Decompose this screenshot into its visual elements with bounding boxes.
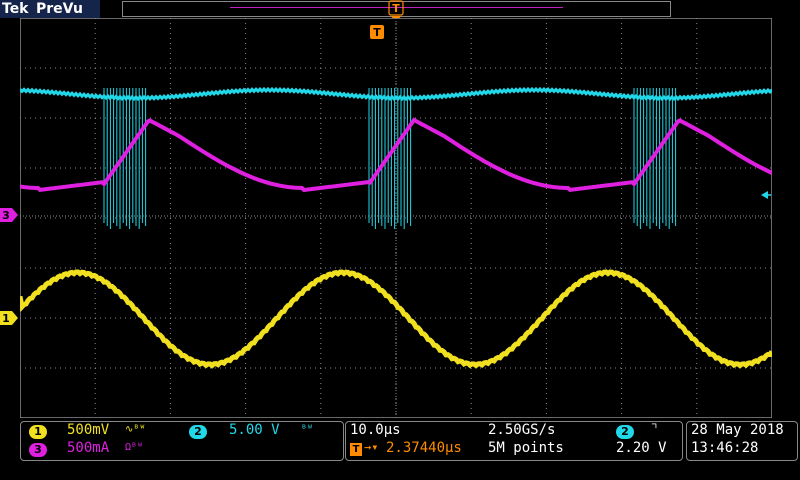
trigger-top-label: T — [392, 2, 400, 15]
ch1-ground-marker[interactable]: 1 — [0, 309, 20, 327]
trigger-level: 2.20 V — [616, 440, 667, 456]
ch3-coupling: Ωᴮᵂ — [125, 442, 144, 453]
trigger-marker-icon[interactable]: T — [370, 25, 384, 39]
record-length: 5M points — [488, 440, 564, 456]
acquisition-mode: PreVu — [36, 1, 83, 17]
top-bar: Tek PreVu T — [0, 0, 800, 23]
horizontal-trigger-readout[interactable]: 10.0µs 2.50GS/s 2 ⌝ T →▾ 2.37440µs 5M po… — [345, 421, 683, 461]
ch2-coupling: ᴮᵂ — [301, 424, 314, 435]
sample-rate: 2.50GS/s — [488, 422, 556, 438]
ch1-badge: 1 — [29, 425, 47, 439]
brand-logo: Tek PreVu — [0, 0, 100, 18]
date: 28 May 2018 — [691, 422, 784, 438]
channel-readout[interactable]: 1 500mV ∿ᴮᵂ 2 5.00 V ᴮᵂ 3 500mA Ωᴮᵂ — [20, 421, 344, 461]
ch3-marker-label: 3 — [2, 209, 10, 222]
ch2-badge: 2 — [189, 425, 207, 439]
falling-edge-icon: ⌝ — [650, 421, 659, 437]
trigger-delay: 2.37440µs — [386, 440, 462, 456]
status-bar: 1 500mV ∿ᴮᵂ 2 5.00 V ᴮᵂ 3 500mA Ωᴮᵂ 10.0… — [0, 420, 800, 480]
brand-name: Tek — [2, 1, 29, 17]
ch3-scale: 500mA — [67, 440, 110, 456]
trigger-source-badge: 2 — [616, 425, 634, 439]
trigger-delay-icon: T — [350, 443, 362, 456]
delay-arrow-icon: →▾ — [364, 440, 379, 454]
ch1-coupling: ∿ᴮᵂ — [125, 424, 146, 435]
waveform-display[interactable]: T — [20, 18, 772, 418]
ch3-ground-marker[interactable]: 3 — [0, 206, 20, 224]
ch2-scale: 5.00 V — [229, 422, 280, 438]
time: 13:46:28 — [691, 440, 759, 456]
ch1-scale: 500mV — [67, 422, 110, 438]
datetime-readout[interactable]: 28 May 2018 13:46:28 — [686, 421, 798, 461]
ch3-badge: 3 — [29, 443, 47, 457]
ch1-marker-label: 1 — [2, 312, 10, 325]
timebase-scale: 10.0µs — [350, 422, 401, 438]
trigger-marker-label: T — [373, 26, 381, 39]
